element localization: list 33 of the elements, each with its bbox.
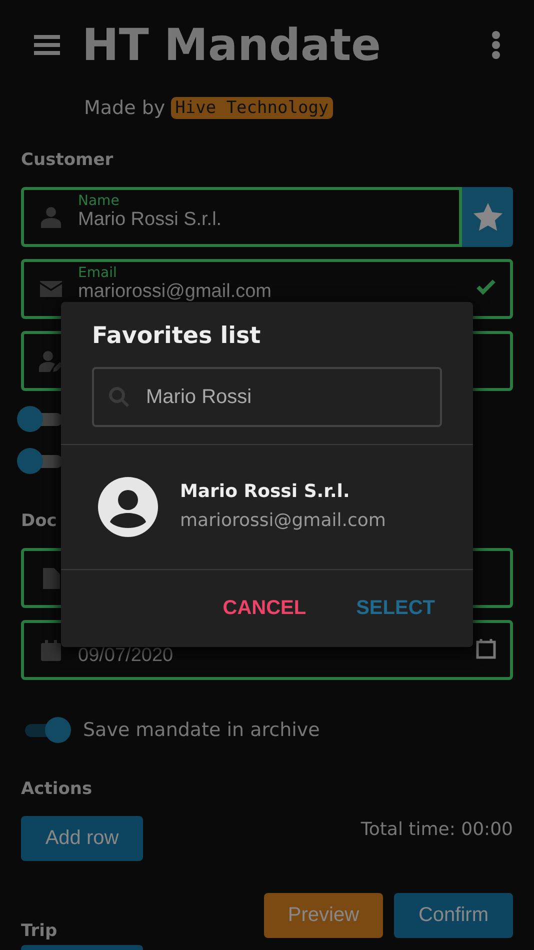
section-heading: Actions [21,778,92,801]
calendar-icon [41,640,61,660]
menu-icon[interactable] [34,35,60,55]
field-value: Mario Rossi S.r.l. [78,209,223,231]
toggle-label: Save mandate in archive [83,719,320,741]
field-label: Email [78,265,118,281]
section-heading: Trip [21,920,58,943]
app-title: HT Mandate [82,20,382,70]
name-field[interactable]: Name Mario Rossi S.r.l. [21,187,462,247]
envelope-icon [40,281,62,297]
field-value: 09/07/2020 [78,645,174,667]
section-heading: Customer [21,149,114,172]
favorite-button[interactable] [462,187,513,247]
field-value: mariorossi@gmail.com [78,281,272,303]
favorite-item[interactable]: Mario Rossi S.r.l. mariorossi@gmail.com [61,445,473,569]
contact-name: Mario Rossi S.r.l. [180,480,351,504]
calendar-icon[interactable] [476,638,496,658]
total-time: Total time: 00:00 [360,818,513,842]
contact-email: mariorossi@gmail.com [180,509,386,533]
made-by-text: Made by [84,97,166,119]
dialog-title: Favorites list [91,322,262,351]
confirm-button[interactable]: Confirm [394,893,513,938]
search-field[interactable]: Mario Rossi [92,367,442,427]
person-icon [41,206,61,228]
add-row-button[interactable]: Add row [21,816,143,861]
avatar-icon [98,477,158,537]
section-heading: Doc [21,510,57,533]
star-icon [472,203,502,231]
more-icon[interactable] [492,31,500,59]
field-label: Name [78,193,120,209]
person-edit-icon [39,350,63,372]
search-icon [108,386,130,408]
brand-tag: Hive Technology [171,97,333,119]
